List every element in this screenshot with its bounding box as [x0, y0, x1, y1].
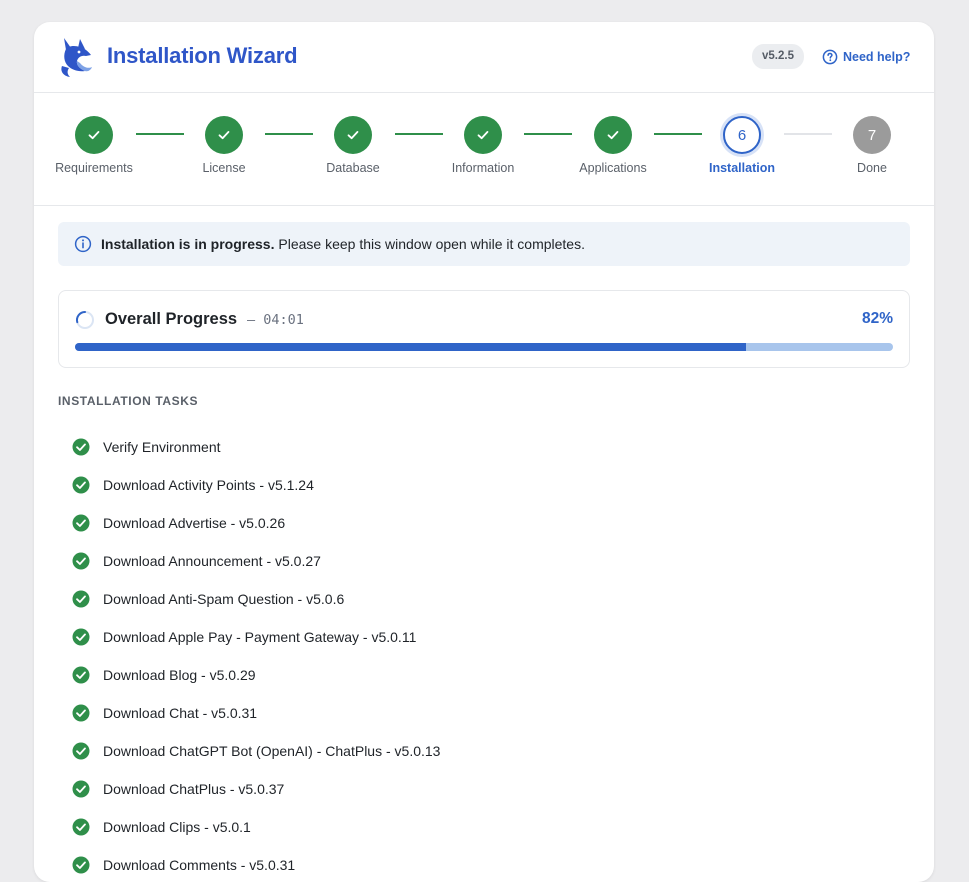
task-label: Verify Environment: [103, 439, 221, 455]
question-circle-icon: [822, 49, 838, 65]
need-help-link[interactable]: Need help?: [822, 49, 910, 65]
step-requirements: Requirements: [34, 116, 154, 175]
task-label: Download Chat - v5.0.31: [103, 705, 258, 721]
info-icon: [74, 235, 92, 253]
step-installation: 6 Installation: [682, 116, 802, 175]
task-item: Verify Environment: [72, 428, 440, 466]
task-label: Download ChatPlus - v5.0.37: [103, 781, 285, 797]
app-title: Installation Wizard: [107, 43, 298, 68]
check-circle-icon: [72, 476, 90, 494]
step-done: 7 Done: [812, 116, 932, 175]
progress-percent: 82%: [861, 310, 893, 327]
elapsed-time: – 04:01: [247, 312, 304, 328]
step-label: Done: [857, 161, 887, 175]
check-circle-icon: [72, 590, 90, 608]
task-label: Download Comments - v5.0.31: [103, 857, 296, 873]
check-circle-icon: [72, 514, 90, 532]
wizard-header: Installation Wizard v5.2.5 Need help?: [34, 22, 934, 93]
progress-bar: [75, 343, 893, 351]
task-label: Download Anti-Spam Question - v5.0.6: [103, 591, 345, 607]
step-label: License: [202, 161, 246, 175]
spinner-icon: [75, 310, 94, 329]
need-help-label: Need help?: [843, 50, 911, 64]
step-number-badge: 6: [723, 116, 761, 154]
step-label: Requirements: [55, 161, 133, 175]
step-complete-badge: [205, 116, 243, 154]
check-circle-icon: [72, 552, 90, 570]
check-circle-icon: [72, 818, 90, 836]
check-icon: [218, 131, 230, 140]
step-label: Database: [326, 161, 380, 175]
check-icon: [477, 131, 489, 140]
task-item: Download Chat - v5.0.31: [72, 694, 440, 732]
step-database: Database: [293, 116, 413, 175]
check-circle-icon: [72, 666, 90, 684]
wizard-stepper: Requirements License Database Informatio…: [34, 93, 934, 206]
check-circle-icon: [72, 438, 90, 456]
check-icon: [607, 131, 619, 140]
step-number-badge: 7: [853, 116, 891, 154]
step-complete-badge: [334, 116, 372, 154]
task-label: Download Announcement - v5.0.27: [103, 553, 321, 569]
task-item: Download Clips - v5.0.1: [72, 808, 440, 846]
step-label: Installation: [709, 161, 775, 175]
check-circle-icon: [72, 628, 90, 646]
task-label: Download Apple Pay - Payment Gateway - v…: [103, 629, 417, 645]
step-information: Information: [423, 116, 543, 175]
step-label: Applications: [579, 161, 647, 175]
task-item: Download ChatPlus - v5.0.37: [72, 770, 440, 808]
tasks-heading: INSTALLATION TASKS: [58, 394, 199, 408]
task-label: Download Clips - v5.0.1: [103, 819, 251, 835]
step-complete-badge: [75, 116, 113, 154]
task-item: Download Advertise - v5.0.26: [72, 504, 440, 542]
task-item: Download Comments - v5.0.31: [72, 846, 440, 882]
progress-title: Overall Progress: [105, 310, 238, 328]
task-label: Download Activity Points - v5.1.24: [103, 477, 314, 493]
overall-progress-panel: Overall Progress – 04:01 82%: [58, 290, 910, 368]
task-label: Download Blog - v5.0.29: [103, 667, 256, 683]
wizard-card: Installation Wizard v5.2.5 Need help? Re…: [34, 22, 934, 882]
task-label: Download ChatGPT Bot (OpenAI) - ChatPlus…: [103, 743, 441, 759]
check-circle-icon: [72, 704, 90, 722]
task-item: Download Announcement - v5.0.27: [72, 542, 440, 580]
task-item: Download Anti-Spam Question - v5.0.6: [72, 580, 440, 618]
step-complete-badge: [594, 116, 632, 154]
alert-bold-text: Installation is in progress.: [101, 236, 275, 252]
task-item: Download ChatGPT Bot (OpenAI) - ChatPlus…: [72, 732, 440, 770]
check-circle-icon: [72, 780, 90, 798]
task-item: Download Blog - v5.0.29: [72, 656, 440, 694]
check-circle-icon: [72, 742, 90, 760]
task-list: Verify Environment Download Activity Poin…: [72, 428, 440, 882]
task-item: Download Activity Points - v5.1.24: [72, 466, 440, 504]
check-circle-icon: [72, 856, 90, 874]
step-complete-badge: [464, 116, 502, 154]
step-label: Information: [451, 161, 515, 175]
alert-text: Please keep this window open while it co…: [274, 236, 585, 252]
check-icon: [88, 131, 100, 140]
fox-logo-icon: [61, 38, 92, 77]
info-alert: Installation is in progress. Please keep…: [58, 222, 910, 266]
check-icon: [347, 131, 359, 140]
version-badge: v5.2.5: [752, 44, 804, 69]
step-applications: Applications: [553, 116, 673, 175]
step-license: License: [164, 116, 284, 175]
task-item: Download Apple Pay - Payment Gateway - v…: [72, 618, 440, 656]
progress-bar-fill: [75, 343, 746, 351]
task-label: Download Advertise - v5.0.26: [103, 515, 286, 531]
